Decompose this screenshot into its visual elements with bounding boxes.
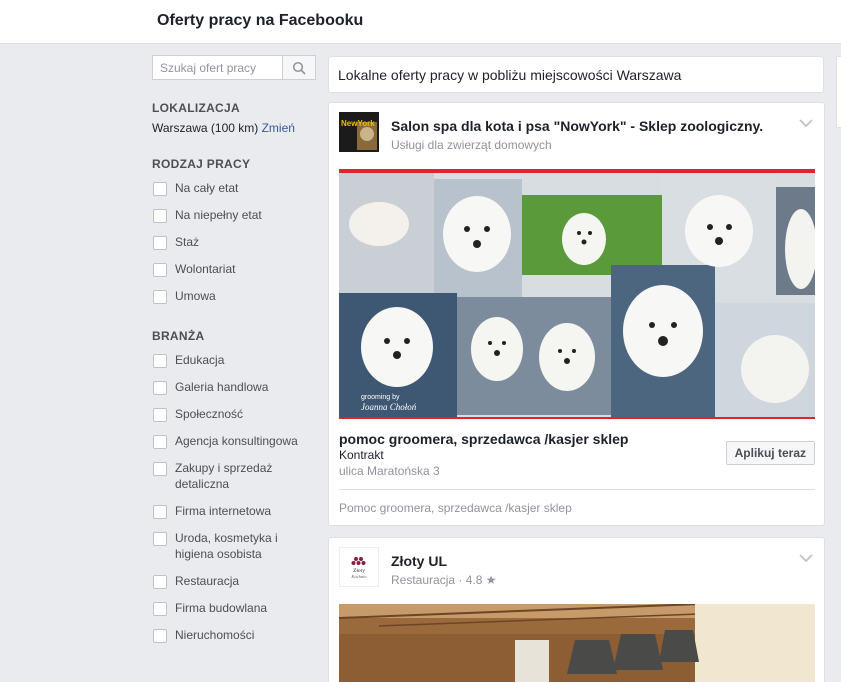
checkbox[interactable]: [153, 462, 167, 476]
filter-industry-community[interactable]: Społeczność: [153, 406, 300, 422]
restaurant-interior-image: [339, 604, 815, 682]
filter-job-type-internship[interactable]: Staż: [153, 234, 300, 250]
filter-job-type-full-time[interactable]: Na cały etat: [153, 180, 300, 196]
company-logo: Złoty Kuchnia: [339, 547, 379, 587]
filter-label: Nieruchomości: [175, 628, 255, 642]
filter-label: Na niepełny etat: [175, 208, 262, 222]
filter-label: Edukacja: [175, 353, 225, 367]
checkbox[interactable]: [153, 532, 167, 546]
checkbox[interactable]: [153, 602, 167, 616]
filter-label: Wolontariat: [175, 262, 236, 276]
job-photo: grooming by Joanna Chołoń: [339, 169, 815, 419]
filter-job-type-part-time[interactable]: Na niepełny etat: [153, 207, 300, 223]
change-location-link[interactable]: Zmień: [262, 121, 295, 135]
filter-label: Społeczność: [175, 407, 244, 421]
filter-label: Agencja konsultingowa: [175, 434, 298, 448]
checkbox[interactable]: [153, 290, 167, 304]
filter-industry-retail[interactable]: Zakupy i sprzedaż detaliczna: [153, 460, 300, 492]
search-icon: [292, 61, 306, 75]
search-button[interactable]: [282, 55, 316, 80]
job-card[interactable]: NewYork Salon spa dla kota i psa "NowYor…: [328, 102, 825, 526]
checkbox[interactable]: [153, 435, 167, 449]
filter-industry-beauty[interactable]: Uroda, kosmetyka i higiena osobista: [153, 530, 300, 562]
filter-label: Na cały etat: [175, 181, 239, 195]
checkbox[interactable]: [153, 236, 167, 250]
results-heading: Lokalne oferty pracy w pobliżu miejscowo…: [338, 67, 682, 83]
company-category-rating: Restauracja · 4.8 ★: [391, 573, 497, 587]
photo-caption-line2: Joanna Chołoń: [361, 402, 417, 412]
rating-value: 4.8: [465, 573, 483, 587]
right-panel-edge: [836, 56, 841, 128]
separator-dot: ·: [458, 573, 466, 587]
photo-caption-line1: grooming by: [361, 394, 400, 401]
logo-text: NewYork: [341, 119, 375, 128]
checkbox[interactable]: [153, 629, 167, 643]
filter-label: Uroda, kosmetyka i higiena osobista: [175, 531, 278, 561]
filter-industry-restaurant[interactable]: Restauracja: [153, 573, 300, 589]
results-heading-box: Lokalne oferty pracy w pobliżu miejscowo…: [328, 56, 824, 93]
logo-text-line2: Kuchnia: [350, 574, 367, 579]
filter-label: Galeria handlowa: [175, 380, 269, 394]
search-input[interactable]: [152, 55, 282, 80]
chevron-down-icon[interactable]: [798, 552, 814, 564]
job-photo: [339, 604, 815, 682]
filter-industry-consulting[interactable]: Agencja konsultingowa: [153, 433, 300, 449]
filter-label: Firma budowlana: [175, 601, 268, 615]
checkbox[interactable]: [153, 263, 167, 277]
job-card[interactable]: Złoty Kuchnia Złoty UL Restauracja · 4.8…: [328, 537, 825, 682]
job-type-heading: RODZAJ PRACY: [152, 157, 251, 171]
checkbox[interactable]: [153, 575, 167, 589]
job-address: ulica Maratońska 3: [339, 464, 440, 478]
top-bar: Oferty pracy na Facebooku: [0, 0, 841, 44]
checkbox[interactable]: [153, 209, 167, 223]
location-value: Warszawa (100 km) Zmień: [152, 121, 295, 135]
industry-heading: BRANŻA: [152, 329, 205, 343]
apply-now-button[interactable]: Aplikuj teraz: [725, 441, 815, 465]
checkbox[interactable]: [153, 505, 167, 519]
company-category: Restauracja: [391, 573, 456, 587]
location-heading: LOKALIZACJA: [152, 101, 240, 115]
filter-job-type-contract[interactable]: Umowa: [153, 288, 300, 304]
checkbox[interactable]: [153, 381, 167, 395]
filter-label: Zakupy i sprzedaż detaliczna: [175, 461, 273, 491]
location-text: Warszawa (100 km): [152, 121, 259, 135]
checkbox[interactable]: [153, 354, 167, 368]
job-search: [152, 55, 316, 80]
checkbox[interactable]: [153, 182, 167, 196]
filter-label: Firma internetowa: [175, 504, 272, 518]
filter-industry-mall[interactable]: Galeria handlowa: [153, 379, 300, 395]
filter-job-type-volunteer[interactable]: Wolontariat: [153, 261, 300, 277]
job-title[interactable]: pomoc groomera, sprzedawca /kasjer sklep: [339, 431, 628, 447]
company-name[interactable]: Złoty UL: [391, 553, 447, 569]
company-name[interactable]: Salon spa dla kota i psa "NowYork" - Skl…: [391, 118, 763, 134]
filter-industry-education[interactable]: Edukacja: [153, 352, 300, 368]
card-divider: [339, 489, 815, 490]
star-icon: ★: [485, 573, 497, 587]
company-logo: NewYork: [339, 112, 379, 152]
job-description: Pomoc groomera, sprzedawca /kasjer sklep: [339, 501, 572, 515]
filter-label: Restauracja: [175, 574, 240, 588]
filter-industry-construction[interactable]: Firma budowlana: [153, 600, 300, 616]
filter-label: Umowa: [175, 289, 216, 303]
company-category: Usługi dla zwierząt domowych: [391, 138, 552, 152]
filter-industry-real-estate[interactable]: Nieruchomości: [153, 627, 300, 643]
dog-collage-image: grooming by Joanna Chołoń: [339, 169, 815, 419]
chevron-down-icon[interactable]: [798, 117, 814, 129]
checkbox[interactable]: [153, 408, 167, 422]
job-type: Kontrakt: [339, 448, 384, 462]
filter-label: Staż: [175, 235, 200, 249]
filter-industry-internet[interactable]: Firma internetowa: [153, 503, 300, 519]
page-title: Oferty pracy na Facebooku: [157, 12, 364, 29]
